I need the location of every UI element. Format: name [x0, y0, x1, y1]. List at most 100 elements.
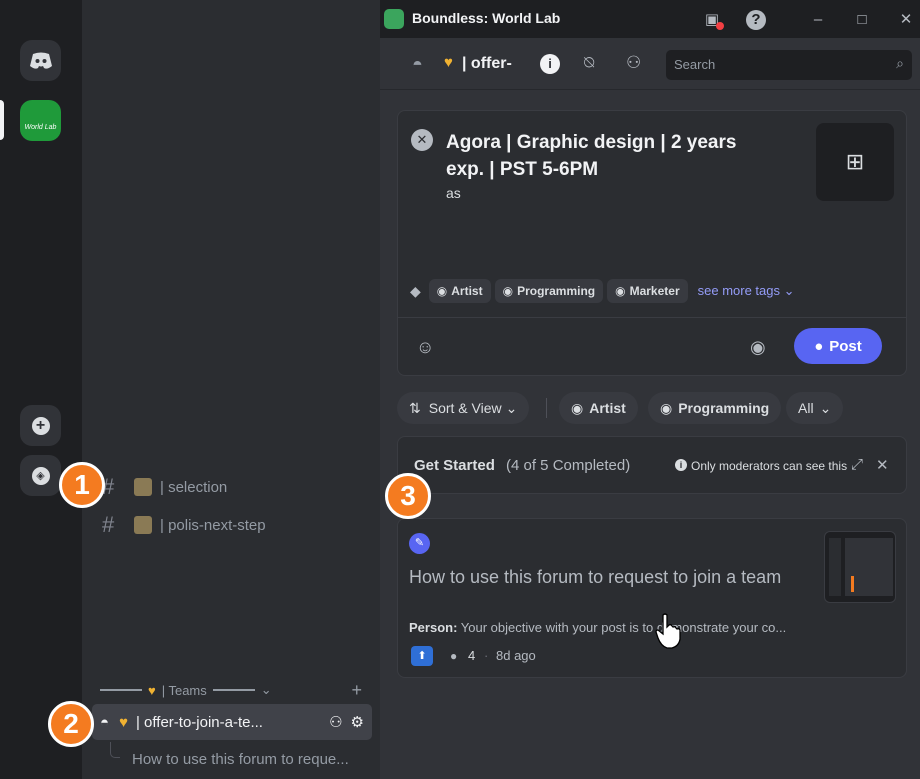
megaphone-icon: ◉: [615, 284, 626, 298]
info-icon: i: [675, 459, 687, 471]
search-placeholder: Search: [674, 57, 716, 72]
post-body-input[interactable]: as: [446, 185, 461, 201]
post-button[interactable]: ● Post: [794, 328, 882, 364]
get-started-title: Get Started: [414, 457, 495, 474]
help-icon[interactable]: ?: [746, 10, 766, 30]
close-icon[interactable]: ✕: [896, 10, 916, 30]
member-list-icon[interactable]: ⚇: [626, 53, 641, 73]
channel-header: ◓ ♥ | offer- i ⍉ ⚇ Search ⌕: [380, 38, 920, 90]
see-more-label: see more tags: [697, 283, 780, 298]
tag-label: Artist: [451, 284, 483, 298]
forum-icon: ◓: [412, 54, 423, 74]
palette-icon: ◉: [436, 284, 448, 298]
channel-label: | selection: [160, 478, 228, 496]
server-rail: World Lab + ◈: [0, 0, 82, 779]
chevron-down-icon: ⌄: [819, 399, 832, 416]
technologist-icon: ◉: [660, 399, 673, 416]
reply-bubble-icon: ●: [450, 649, 458, 663]
channel-selection[interactable]: # | selection: [102, 470, 227, 504]
server-indicator: [0, 100, 4, 140]
thumbnail-highlight: [851, 576, 854, 592]
sort-icon: ⇅: [409, 399, 421, 416]
technologist-icon: ◉: [502, 284, 514, 298]
tag-programming[interactable]: ◉ Programming: [494, 279, 604, 303]
hash-icon: #: [102, 474, 115, 499]
add-server-button[interactable]: +: [20, 405, 61, 446]
category-label: | Teams: [161, 682, 207, 698]
tag-artist[interactable]: ◉ Artist: [428, 279, 491, 303]
composer-divider: [398, 317, 906, 318]
callout-1: 1: [59, 462, 105, 508]
discord-home-button[interactable]: [20, 40, 61, 81]
world-lab-server-icon[interactable]: World Lab: [20, 100, 61, 141]
thread-connector: [110, 742, 120, 758]
sort-view-button[interactable]: ⇅ Sort & View ⌄: [397, 392, 530, 424]
add-image-button[interactable]: ⊞: [816, 123, 894, 201]
forum-label: | offer-to-join-a-te...: [135, 713, 263, 731]
chevron-down-icon: ⌄: [505, 399, 518, 416]
tag-marketer[interactable]: ◉ Marketer: [607, 279, 688, 303]
mute-bell-icon[interactable]: ⍉: [584, 53, 594, 73]
heart-emoji-icon: ♥: [119, 713, 128, 731]
callout-2: 2: [48, 701, 94, 747]
header-channel-name: | offer-: [462, 55, 512, 72]
expand-icon[interactable]: ⤢: [851, 456, 863, 473]
app-icon: [384, 9, 404, 29]
upvote-icon[interactable]: ⬆: [411, 646, 433, 666]
reply-count: 4: [468, 648, 476, 663]
category-teams[interactable]: ♥ | Teams ⌄ +: [100, 680, 380, 701]
filter-tag-programming[interactable]: ◉ Programming: [648, 392, 782, 424]
chat-bubble-icon: ●: [814, 337, 824, 355]
post-age: 8d ago: [496, 648, 536, 663]
window-title: Boundless: World Lab: [412, 10, 561, 26]
post-title-input[interactable]: Agora | Graphic design | 2 years exp. | …: [446, 129, 766, 183]
moderator-note: Only moderators can see this: [691, 459, 848, 473]
add-member-icon[interactable]: ⚇: [329, 713, 342, 731]
heart-emoji-icon: ♥: [148, 682, 156, 698]
filter-tag-label: Programming: [678, 400, 770, 416]
filter-tag-artist[interactable]: ◉ Artist: [559, 392, 638, 424]
channel-polis-next-step[interactable]: # | polis-next-step: [102, 508, 266, 542]
gear-icon[interactable]: ⚙: [351, 713, 364, 731]
tag-label: Marketer: [629, 284, 680, 298]
close-composer-icon[interactable]: ✕: [411, 129, 433, 151]
channel-sidebar: # | selection # | polis-next-step ♥ | Te…: [82, 0, 380, 779]
sort-label: Sort & View: [428, 400, 502, 416]
plus-icon: +: [31, 416, 50, 435]
preview-eye-icon[interactable]: ◉: [750, 337, 766, 358]
divider-line: [212, 689, 255, 691]
channel-emoji-icon: [134, 478, 152, 496]
callout-3: 3: [385, 473, 431, 519]
minimize-icon[interactable]: –: [808, 10, 828, 30]
title-bar: Boundless: World Lab ▣ ? – □ ✕: [380, 0, 920, 38]
emoji-picker-icon[interactable]: ☺: [416, 337, 434, 358]
forum-post-card[interactable]: ✎ How to use this forum to request to jo…: [397, 518, 907, 678]
thread-item[interactable]: How to use this forum to reque...: [132, 751, 349, 768]
palette-icon: ◉: [571, 399, 584, 416]
channel-label: | polis-next-step: [160, 516, 266, 534]
explore-button[interactable]: ◈: [20, 455, 61, 496]
forum-channel-offer-to-join[interactable]: ◓ ♥ | offer-to-join-a-te... ⚇ ⚙: [92, 704, 372, 740]
hash-icon: #: [102, 512, 115, 537]
heart-emoji-icon: ♥: [444, 54, 453, 71]
channel-emoji-icon: [134, 516, 152, 534]
post-thumbnail[interactable]: [824, 531, 896, 603]
filter-tag-label: Artist: [589, 400, 626, 416]
post-preview-row: Person: Your objective with your post is…: [409, 620, 809, 635]
discord-icon: [29, 52, 52, 69]
info-icon[interactable]: i: [540, 54, 560, 74]
search-input[interactable]: Search ⌕: [666, 50, 912, 80]
filter-divider: [546, 398, 547, 418]
new-post-composer: ✕ Agora | Graphic design | 2 years exp. …: [397, 110, 907, 376]
dot-separator: ·: [484, 648, 489, 663]
forum-icon: ◓: [100, 713, 110, 731]
filter-all-dropdown[interactable]: All ⌄: [786, 392, 844, 424]
post-label: Post: [829, 337, 862, 355]
maximize-icon[interactable]: □: [852, 10, 872, 30]
image-add-icon: ⊞: [845, 149, 865, 174]
close-banner-icon[interactable]: ✕: [876, 456, 889, 474]
add-channel-icon[interactable]: +: [351, 680, 362, 701]
divider-line: [100, 689, 142, 691]
see-more-tags-link[interactable]: see more tags ⌄: [698, 283, 795, 299]
hand-cursor-icon: [655, 613, 681, 649]
